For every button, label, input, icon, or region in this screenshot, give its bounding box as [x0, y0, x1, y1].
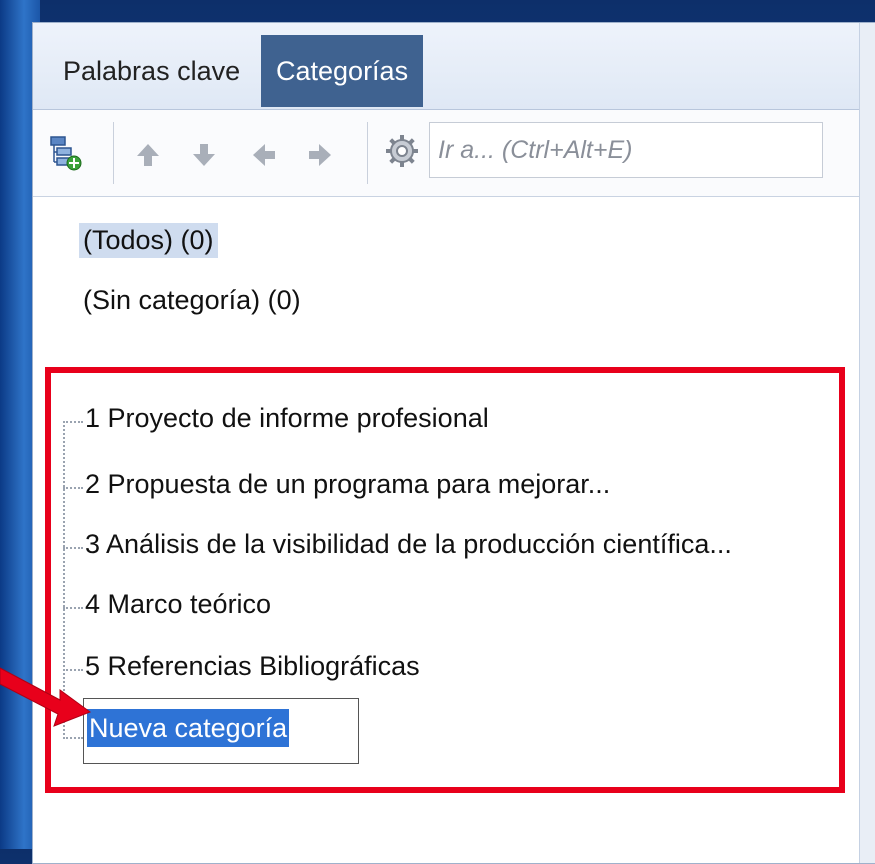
- tab-categories[interactable]: Categorías: [261, 35, 424, 107]
- callout-arrow: [0, 667, 92, 727]
- category-uncategorized[interactable]: (Sin categoría) (0): [83, 285, 301, 316]
- arrow-right-icon[interactable]: [301, 136, 339, 174]
- add-category-icon[interactable]: [47, 134, 85, 172]
- tab-bar: Palabras clave Categorías: [33, 23, 859, 110]
- toolbar: [33, 110, 859, 197]
- settings-icon[interactable]: [383, 132, 421, 170]
- highlight-box: [45, 367, 845, 793]
- arrow-down-icon[interactable]: [185, 136, 223, 174]
- toolbar-separator: [367, 122, 368, 184]
- arrow-up-icon[interactable]: [129, 136, 167, 174]
- panel-splitter[interactable]: [859, 23, 875, 863]
- category-all[interactable]: (Todos) (0): [79, 223, 218, 258]
- search-input[interactable]: [429, 122, 823, 178]
- tab-keywords[interactable]: Palabras clave: [47, 35, 256, 107]
- toolbar-separator: [113, 122, 114, 184]
- categories-panel: Palabras clave Categorías Ir a... (Ctrl+…: [32, 22, 875, 864]
- arrow-left-icon[interactable]: [245, 136, 283, 174]
